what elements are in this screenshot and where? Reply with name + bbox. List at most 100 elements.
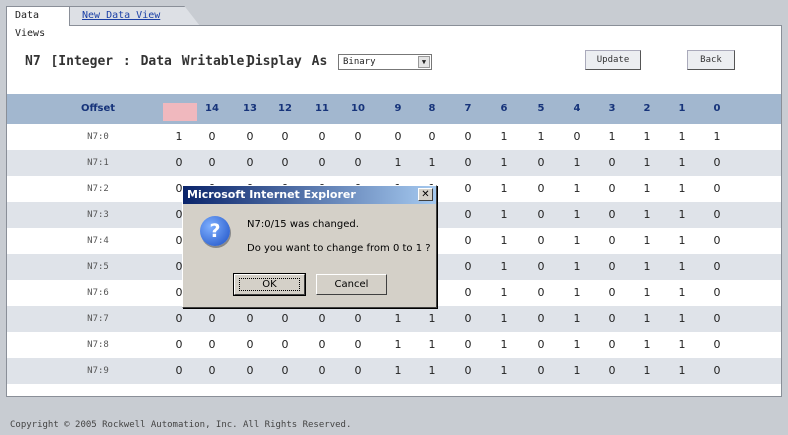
bit-cell[interactable]: 0: [521, 228, 561, 254]
bit-cell[interactable]: 0: [592, 202, 632, 228]
bit-cell[interactable]: 0: [697, 202, 737, 228]
bit-cell[interactable]: 0: [592, 332, 632, 358]
bit-cell[interactable]: 0: [230, 124, 270, 150]
bit-cell[interactable]: 1: [662, 332, 702, 358]
bit-cell[interactable]: 1: [662, 306, 702, 332]
bit-cell[interactable]: 0: [697, 332, 737, 358]
bit-cell[interactable]: 1: [484, 306, 524, 332]
bit-cell[interactable]: 1: [697, 124, 737, 150]
bit-cell[interactable]: 0: [302, 332, 342, 358]
bit-cell[interactable]: 1: [484, 280, 524, 306]
bit-cell[interactable]: 0: [338, 150, 378, 176]
bit-cell[interactable]: 1: [662, 358, 702, 384]
bit-cell[interactable]: 1: [627, 280, 667, 306]
bit-cell[interactable]: 0: [592, 228, 632, 254]
bit-cell[interactable]: 1: [557, 358, 597, 384]
bit-cell[interactable]: 1: [627, 254, 667, 280]
bit-cell[interactable]: 1: [592, 124, 632, 150]
bit-cell[interactable]: 0: [448, 228, 488, 254]
bit-cell[interactable]: 0: [230, 332, 270, 358]
bit-cell[interactable]: 0: [592, 280, 632, 306]
bit-cell[interactable]: 0: [302, 358, 342, 384]
display-as-select[interactable]: Binary ▼: [338, 54, 432, 70]
bit-cell[interactable]: 1: [662, 176, 702, 202]
bit-cell[interactable]: 1: [484, 332, 524, 358]
bit-cell[interactable]: 0: [448, 358, 488, 384]
bit-cell[interactable]: 0: [265, 332, 305, 358]
bit-cell[interactable]: 1: [557, 176, 597, 202]
bit-cell[interactable]: 1: [662, 280, 702, 306]
bit-cell[interactable]: 1: [557, 202, 597, 228]
bit-cell[interactable]: 0: [521, 358, 561, 384]
bit-cell[interactable]: 0: [448, 150, 488, 176]
dropdown-arrow-icon[interactable]: ▼: [418, 56, 430, 68]
bit-cell[interactable]: 1: [662, 150, 702, 176]
bit-cell[interactable]: 1: [412, 332, 452, 358]
bit-cell[interactable]: 1: [627, 202, 667, 228]
bit-cell[interactable]: 1: [412, 306, 452, 332]
tab-data-views[interactable]: Data Views: [6, 6, 70, 39]
bit-cell[interactable]: 0: [338, 358, 378, 384]
bit-cell[interactable]: 0: [697, 306, 737, 332]
bit-cell[interactable]: 1: [662, 124, 702, 150]
bit-cell[interactable]: 0: [521, 280, 561, 306]
bit-cell[interactable]: 1: [557, 228, 597, 254]
bit-cell[interactable]: 1: [484, 150, 524, 176]
bit-cell[interactable]: 1: [557, 150, 597, 176]
bit-cell[interactable]: 0: [521, 254, 561, 280]
bit-cell[interactable]: 0: [521, 176, 561, 202]
bit-cell[interactable]: 0: [192, 332, 232, 358]
bit-cell[interactable]: 1: [484, 228, 524, 254]
bit-cell[interactable]: 0: [448, 280, 488, 306]
bit-cell[interactable]: 1: [557, 332, 597, 358]
bit-cell[interactable]: 1: [662, 202, 702, 228]
bit-cell[interactable]: 0: [697, 280, 737, 306]
bit-cell[interactable]: 1: [484, 254, 524, 280]
bit-cell[interactable]: 1: [521, 124, 561, 150]
ok-button[interactable]: OK: [233, 273, 306, 296]
bit-cell[interactable]: 0: [338, 124, 378, 150]
bit-cell[interactable]: 0: [697, 176, 737, 202]
cancel-button[interactable]: Cancel: [316, 274, 387, 295]
bit-cell[interactable]: 0: [265, 150, 305, 176]
bit-cell[interactable]: 0: [592, 150, 632, 176]
bit-cell[interactable]: 0: [230, 150, 270, 176]
bit-cell[interactable]: 0: [192, 150, 232, 176]
bit-cell[interactable]: 1: [412, 358, 452, 384]
bit-cell[interactable]: 1: [484, 202, 524, 228]
bit-cell[interactable]: 0: [230, 306, 270, 332]
bit-cell[interactable]: 1: [662, 254, 702, 280]
bit-cell[interactable]: 0: [557, 124, 597, 150]
bit-cell[interactable]: 0: [697, 150, 737, 176]
update-button[interactable]: Update: [585, 50, 641, 70]
bit-cell[interactable]: 0: [265, 124, 305, 150]
bit-cell[interactable]: 0: [302, 306, 342, 332]
bit-cell[interactable]: 0: [448, 176, 488, 202]
bit-cell[interactable]: 1: [627, 332, 667, 358]
bit-cell[interactable]: 1: [627, 150, 667, 176]
bit-cell[interactable]: 0: [192, 358, 232, 384]
bit-cell[interactable]: 0: [697, 228, 737, 254]
bit-cell[interactable]: 0: [697, 358, 737, 384]
bit-cell[interactable]: 0: [521, 306, 561, 332]
bit-cell[interactable]: 1: [627, 176, 667, 202]
bit-cell[interactable]: 1: [484, 176, 524, 202]
bit-cell[interactable]: 1: [662, 228, 702, 254]
close-icon[interactable]: ✕: [418, 188, 433, 201]
bit-cell[interactable]: 0: [338, 332, 378, 358]
bit-cell[interactable]: 0: [448, 332, 488, 358]
bit-cell[interactable]: 0: [412, 124, 452, 150]
bit-cell[interactable]: 0: [192, 124, 232, 150]
bit-cell[interactable]: 0: [448, 202, 488, 228]
tab-new-data-view[interactable]: New Data View: [70, 6, 200, 26]
back-button[interactable]: Back: [687, 50, 735, 70]
bit-cell[interactable]: 1: [412, 150, 452, 176]
bit-cell[interactable]: 0: [302, 150, 342, 176]
bit-cell[interactable]: 0: [192, 306, 232, 332]
bit-cell[interactable]: 0: [448, 124, 488, 150]
bit-cell[interactable]: 1: [484, 124, 524, 150]
bit-cell[interactable]: 0: [302, 124, 342, 150]
bit-cell[interactable]: 1: [557, 254, 597, 280]
bit-cell[interactable]: 0: [592, 306, 632, 332]
bit-cell[interactable]: 0: [697, 254, 737, 280]
